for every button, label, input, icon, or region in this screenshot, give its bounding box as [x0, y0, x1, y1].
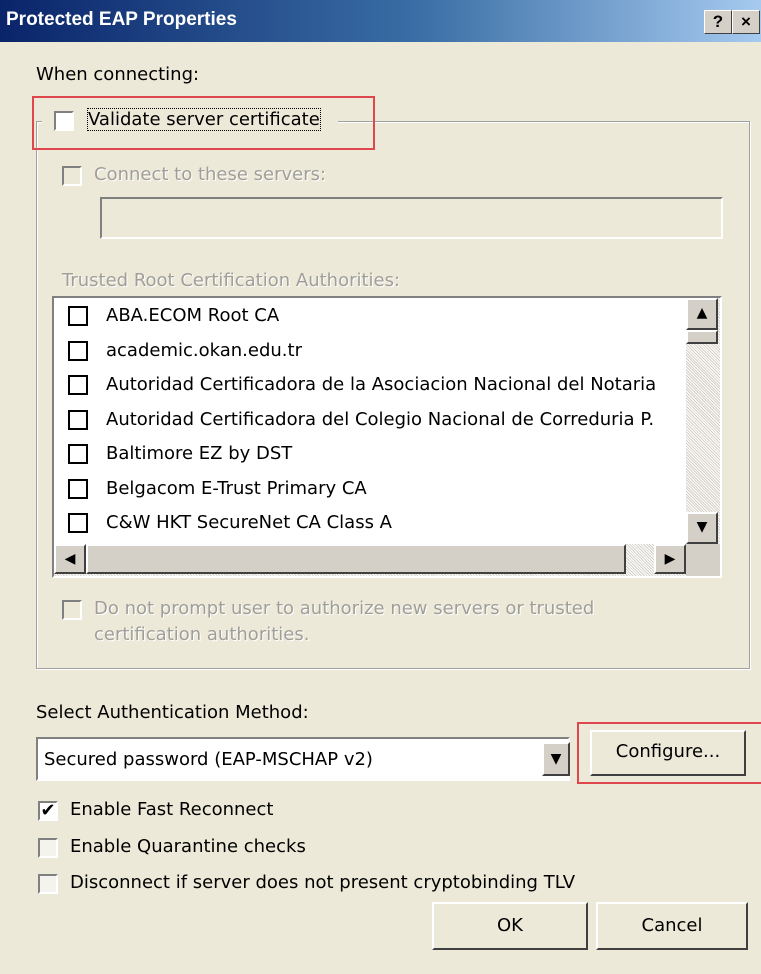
ca-list[interactable]: ABA.ECOM Root CA academic.okan.edu.tr Auto… [52, 296, 722, 578]
ca-name: Autoridad Certificadora del Colegio Naci… [106, 408, 655, 430]
help-button[interactable]: ? [704, 10, 732, 34]
when-connecting-label: When connecting: [36, 64, 200, 85]
quarantine-checkbox[interactable] [38, 838, 58, 858]
scroll-right-button[interactable]: ▶ [654, 544, 686, 574]
fast-reconnect-label[interactable]: Enable Fast Reconnect [70, 799, 273, 820]
ca-name: Autoridad Certificadora de la Asociacion… [106, 374, 657, 395]
auth-method-value: Secured password (EAP-MSCHAP v2) [44, 749, 373, 770]
scroll-down-icon: ▼ [696, 519, 708, 535]
close-button[interactable]: × [732, 10, 760, 34]
do-not-prompt-line2: certification authorities. [94, 624, 310, 645]
close-icon: × [741, 12, 751, 31]
ca-checkbox[interactable] [68, 375, 88, 395]
scroll-right-icon: ▶ [664, 551, 676, 567]
highlight-validate [32, 96, 375, 150]
dropdown-button[interactable]: ▼ [542, 742, 570, 776]
ca-list-item[interactable]: academic.okan.edu.tr [54, 335, 684, 369]
servers-input[interactable] [100, 197, 723, 239]
ca-list-item[interactable]: Baltimore EZ by DST [54, 438, 684, 472]
ca-name: academic.okan.edu.tr [106, 339, 302, 361]
connect-servers-label: Connect to these servers: [94, 164, 327, 185]
highlight-configure [577, 722, 761, 784]
do-not-prompt-checkbox[interactable] [62, 600, 82, 620]
scrollbar-corner [686, 544, 720, 576]
auth-method-select[interactable]: Secured password (EAP-MSCHAP v2) ▼ [36, 737, 570, 781]
trusted-root-label: Trusted Root Certification Authorities: [62, 270, 401, 291]
title-bar: Protected EAP Properties ? × [0, 0, 761, 42]
ca-list-item[interactable]: C&W HKT SecureNet CA Class A [54, 507, 684, 541]
peap-properties-dialog: Protected EAP Properties ? × When connec… [0, 0, 761, 974]
cancel-label: Cancel [641, 915, 703, 936]
scroll-up-button[interactable]: ▲ [686, 298, 718, 330]
ca-name: Belgacom E-Trust Primary CA [106, 477, 367, 499]
horizontal-scrollbar[interactable]: ◀ ▶ [54, 544, 686, 576]
checkmark-icon: ✔ [40, 800, 56, 821]
fast-reconnect-checkbox[interactable]: ✔ [38, 801, 58, 821]
connect-servers-checkbox[interactable] [62, 166, 82, 186]
scroll-down-button[interactable]: ▼ [686, 512, 718, 544]
ca-name: ABA.ECOM Root CA [106, 305, 280, 326]
ca-checkbox[interactable] [68, 306, 88, 326]
vertical-scrollbar[interactable]: ▲ ▼ [686, 298, 720, 544]
chevron-down-icon: ▼ [550, 751, 562, 767]
ca-checkbox[interactable] [68, 444, 88, 464]
ok-button[interactable]: OK [432, 902, 588, 950]
ca-checkbox[interactable] [68, 513, 88, 533]
cryptobinding-label[interactable]: Disconnect if server does not present cr… [70, 872, 575, 893]
ca-checkbox[interactable] [68, 478, 88, 499]
quarantine-label[interactable]: Enable Quarantine checks [70, 836, 306, 857]
do-not-prompt-line1: Do not prompt user to authorize new serv… [94, 598, 595, 619]
ca-name: C&W HKT SecureNet CA Class A [106, 512, 392, 533]
ca-list-item[interactable]: Belgacom E-Trust Primary CA [54, 473, 684, 507]
scroll-up-icon: ▲ [696, 305, 708, 321]
ca-list-items: ABA.ECOM Root CA academic.okan.edu.tr Auto… [54, 298, 684, 544]
ca-list-item[interactable]: Autoridad Certificadora del Colegio Naci… [54, 404, 684, 438]
scroll-left-icon: ◀ [64, 551, 76, 567]
ok-label: OK [497, 915, 523, 936]
ca-checkbox[interactable] [68, 340, 88, 361]
horizontal-scroll-thumb[interactable] [86, 544, 626, 574]
ca-list-item[interactable]: Autoridad Certificadora de la Asociacion… [54, 369, 684, 403]
vertical-scroll-thumb[interactable] [686, 330, 718, 344]
help-icon: ? [712, 12, 724, 31]
ca-list-item[interactable]: ABA.ECOM Root CA [54, 300, 684, 334]
scroll-left-button[interactable]: ◀ [54, 544, 86, 574]
cancel-button[interactable]: Cancel [596, 902, 748, 950]
window-title: Protected EAP Properties [6, 9, 237, 30]
cryptobinding-checkbox[interactable] [38, 874, 58, 894]
ca-checkbox[interactable] [68, 409, 88, 430]
ca-name: Baltimore EZ by DST [106, 443, 293, 464]
select-method-label: Select Authentication Method: [36, 702, 309, 723]
